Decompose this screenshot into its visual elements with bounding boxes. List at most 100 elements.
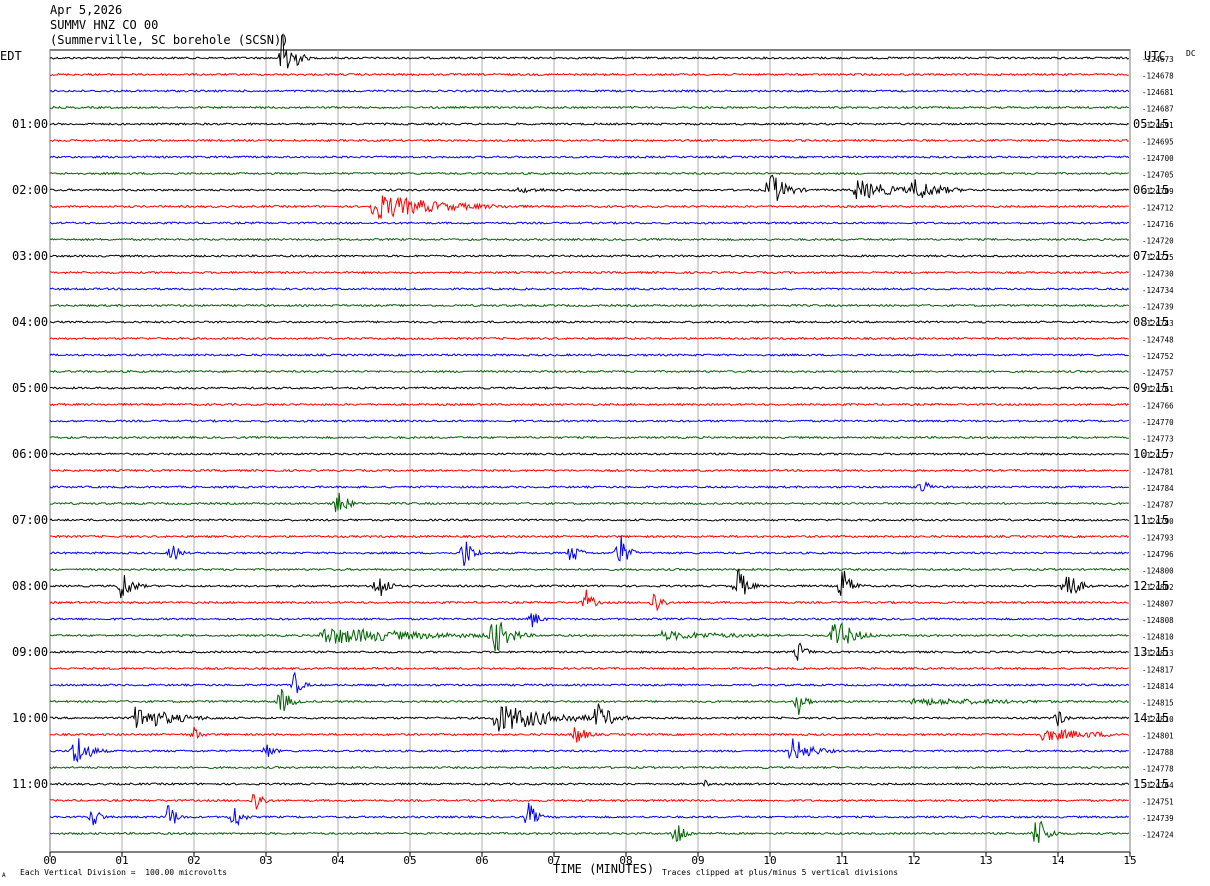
trace-offset-label: -124748 <box>1142 336 1174 345</box>
right-hour-label: 13:15 <box>1133 645 1169 659</box>
seismic-trace <box>50 534 1130 539</box>
seismic-trace <box>49 642 1129 661</box>
trace-offset-label: -124720 <box>1142 237 1174 246</box>
trace-offset-label: -124678 <box>1142 72 1174 81</box>
x-tick-label: 00 <box>43 854 56 867</box>
trace-offset-label: -124757 <box>1142 369 1174 378</box>
seismic-trace <box>49 535 1130 567</box>
trace-offset-label: -124814 <box>1142 682 1174 691</box>
trace-offset-label: -124800 <box>1142 567 1174 576</box>
seismic-trace <box>49 336 1129 341</box>
trace-offset-label: -124807 <box>1142 600 1174 609</box>
seismic-trace <box>49 726 1130 743</box>
trace-offset-label: -124716 <box>1142 220 1174 229</box>
left-hour-label: 11:00 <box>12 777 48 791</box>
left-hour-label: 01:00 <box>12 117 48 131</box>
right-hour-label: 06:15 <box>1133 183 1169 197</box>
seismic-trace <box>49 435 1129 440</box>
trace-offset-label: -124687 <box>1142 105 1174 114</box>
trace-offset-label: -124784 <box>1142 484 1174 493</box>
seismic-trace <box>49 671 1130 694</box>
corner-mark: A <box>2 872 6 879</box>
seismic-trace <box>49 270 1129 275</box>
right-hour-label: 10:15 <box>1133 447 1169 461</box>
grid-lines <box>49 49 1131 857</box>
seismic-trace <box>49 138 1129 143</box>
scale-note: Each Vertical Division = 100.00 microvol… <box>20 868 228 877</box>
seismic-trace <box>49 303 1130 308</box>
axis-labels: 00 01 02 03 04 05 06 07 08 09 10 11 12 13 14 15-124673-… <box>12 55 1174 867</box>
trace-offset-label: -124778 <box>1142 765 1174 774</box>
x-axis-label: TIME (MINUTES) <box>553 862 655 876</box>
seismic-trace <box>49 703 1130 732</box>
trace-offset-label: -124673 <box>1142 55 1174 64</box>
right-hour-label: 05:15 <box>1133 117 1169 131</box>
right-hour-label: 14:15 <box>1133 711 1169 725</box>
trace-offset-label: -124770 <box>1142 418 1174 427</box>
seismic-trace <box>49 195 1129 220</box>
seismic-trace <box>49 820 1130 844</box>
trace-offset-label: -124810 <box>1142 633 1174 642</box>
trace-offset-label: -124739 <box>1142 814 1174 823</box>
x-tick-label: 14 <box>1051 854 1065 867</box>
left-hour-label: 10:00 <box>12 711 48 725</box>
seismic-trace <box>49 802 1130 827</box>
seismic-trace <box>50 386 1130 390</box>
seismic-trace <box>49 122 1130 126</box>
right-hour-label: 11:15 <box>1133 513 1169 527</box>
seismic-trace <box>49 480 1129 492</box>
trace-offset-label: -124773 <box>1142 435 1174 444</box>
trace-offset-label: -124681 <box>1142 88 1174 97</box>
right-hour-label: 09:15 <box>1133 381 1169 395</box>
x-tick-label: 01 <box>115 854 128 867</box>
seismic-trace <box>49 567 1130 572</box>
seismic-trace <box>49 237 1130 242</box>
seismic-trace <box>50 72 1129 77</box>
seismic-trace <box>49 492 1129 513</box>
seismic-trace <box>49 468 1129 473</box>
trace-offset-label: -124730 <box>1142 270 1174 279</box>
seismic-trace <box>49 589 1129 612</box>
seismic-trace <box>49 155 1130 159</box>
trace-offset-label: -124700 <box>1142 154 1174 163</box>
left-hour-label: 09:00 <box>12 645 48 659</box>
helicorder-plot: 00 01 02 03 04 05 06 07 08 09 10 11 12 13 14 15-124673-… <box>12 33 1174 867</box>
left-hour-label: 07:00 <box>12 513 48 527</box>
x-tick-label: 06 <box>475 854 488 867</box>
trace-offset-label: -124788 <box>1142 748 1174 757</box>
seismic-trace <box>49 793 1129 810</box>
trace-offset-label: -124695 <box>1142 138 1174 147</box>
trace-offset-label: -124815 <box>1142 699 1174 708</box>
seismic-trace <box>49 452 1130 456</box>
x-tick-label: 02 <box>187 854 200 867</box>
seismic-trace <box>49 738 1129 763</box>
seismic-trace <box>49 765 1130 770</box>
trace-offset-label: -124796 <box>1142 550 1174 559</box>
seismic-trace <box>49 254 1130 258</box>
trace-offset-label: -124787 <box>1142 501 1174 510</box>
x-tick-label: 03 <box>259 854 272 867</box>
trace-offset-label: -124724 <box>1142 831 1174 840</box>
trace-offset-label: -124734 <box>1142 286 1174 295</box>
right-hour-label: 08:15 <box>1133 315 1169 329</box>
trace-offset-label: -124705 <box>1142 171 1174 180</box>
trace-offset-label: -124752 <box>1142 352 1174 361</box>
x-tick-label: 10 <box>763 854 776 867</box>
seismic-trace <box>49 105 1129 110</box>
trace-offset-label: -124751 <box>1142 798 1174 807</box>
x-tick-label: 09 <box>691 854 704 867</box>
seismic-trace <box>49 621 1129 652</box>
trace-offset-label: -124793 <box>1142 534 1174 543</box>
seismic-trace <box>49 353 1129 357</box>
seismic-trace <box>49 171 1129 176</box>
seismic-trace <box>49 568 1129 599</box>
seismic-trace <box>49 613 1129 628</box>
left-hour-label: 08:00 <box>12 579 48 593</box>
seismic-trace <box>49 221 1129 225</box>
left-hour-label: 03:00 <box>12 249 48 263</box>
seismic-trace <box>49 419 1129 423</box>
trace-offset-label: -124817 <box>1142 666 1174 675</box>
x-tick-label: 05 <box>403 854 416 867</box>
seismic-trace <box>49 174 1130 202</box>
x-tick-label: 12 <box>907 854 920 867</box>
